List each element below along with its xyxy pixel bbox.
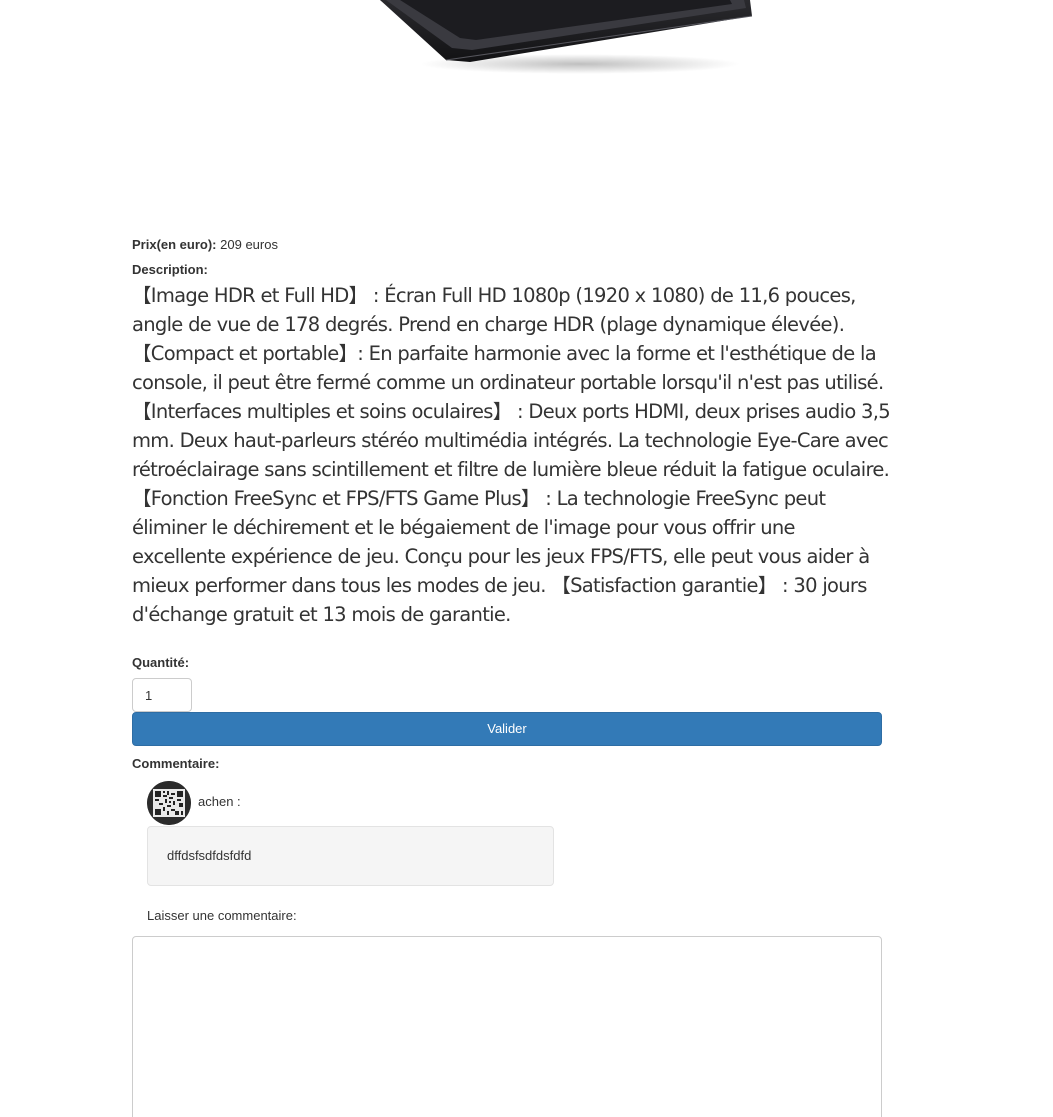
description-text: 【Image HDR et Full HD】 : Écran Full HD 1… — [132, 284, 891, 626]
leave-comment-label: Laisser une commentaire: — [147, 908, 297, 923]
monitor-product-image — [360, 0, 760, 80]
monitor-image-icon — [380, 0, 753, 74]
product-details: Prix(en euro): 209 euros Description: 【I… — [132, 236, 891, 629]
description-label: Description: — [132, 262, 208, 277]
product-page: Prix(en euro): 209 euros Description: 【I… — [0, 0, 1053, 1117]
comment-text-box: dffdsfsdfdsfdfd — [147, 826, 554, 886]
price-line: Prix(en euro): 209 euros — [132, 236, 882, 254]
validate-button[interactable]: Valider — [132, 712, 882, 746]
price-value: 209 euros — [220, 237, 278, 252]
comments-section-label: Commentaire: — [132, 756, 220, 771]
comment-textarea[interactable] — [132, 936, 882, 1117]
comment-author: achen : — [198, 794, 241, 809]
avatar — [147, 781, 191, 825]
quantity-input[interactable] — [132, 678, 192, 712]
qr-code-avatar-icon — [147, 781, 191, 825]
price-label: Prix(en euro): — [132, 237, 217, 252]
quantity-label: Quantité: — [132, 655, 190, 670]
comment-text: dffdsfsdfdsfdfd — [167, 848, 252, 863]
